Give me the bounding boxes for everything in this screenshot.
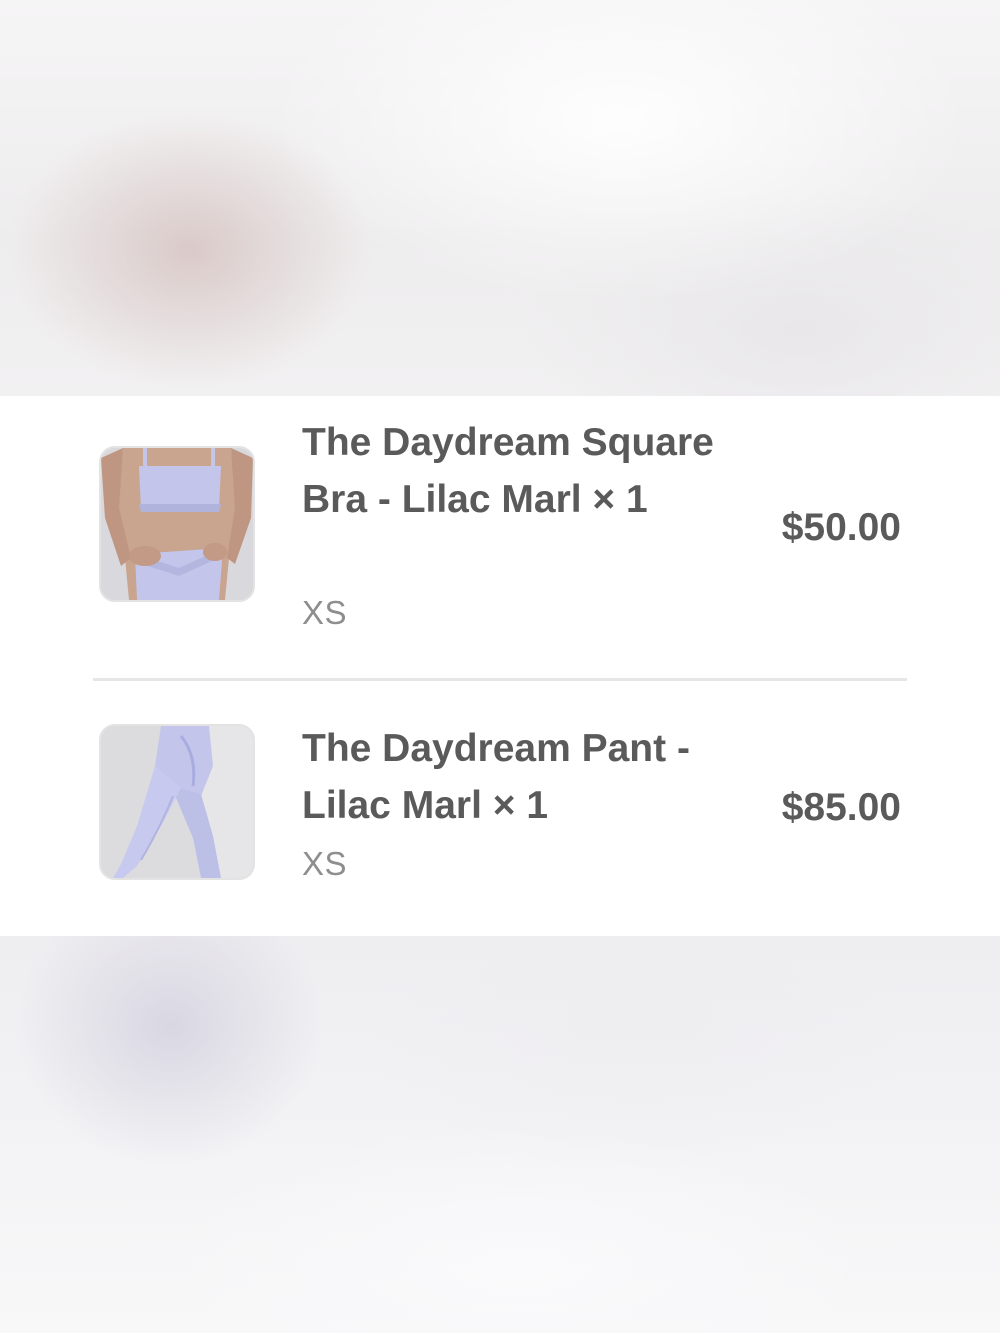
blurred-background-bottom [0,936,1000,1333]
product-variant-size: XS [302,845,348,882]
leggings-photo-icon [101,726,253,878]
product-price: $85.00 [781,786,901,829]
order-summary-panel: The Daydream Square Bra - Lilac Marl × 1… [0,396,1000,936]
sports-bra-photo-icon [101,448,253,600]
product-thumbnail-pant [99,724,255,880]
product-title: The Daydream Pant - Lilac Marl × 1 [302,727,690,827]
product-thumbnail-bra [99,446,255,602]
product-title: The Daydream Square Bra - Lilac Marl × 1 [302,421,714,521]
order-item[interactable]: The Daydream Pant - Lilac Marl × 1 XS $8… [0,714,1000,914]
order-item[interactable]: The Daydream Square Bra - Lilac Marl × 1… [0,418,1000,658]
item-divider [93,678,907,681]
product-price: $50.00 [781,506,901,549]
product-variant-size: XS [302,594,348,631]
blurred-background-top [0,0,1000,396]
